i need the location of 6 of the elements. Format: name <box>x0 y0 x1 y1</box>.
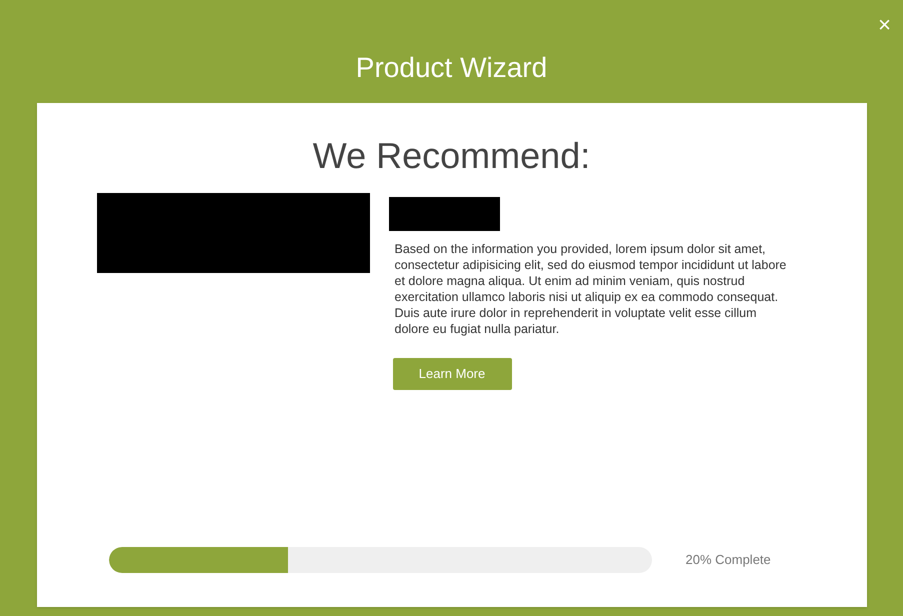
learn-more-button[interactable]: Learn More <box>392 358 512 390</box>
close-button[interactable]: × <box>878 14 891 36</box>
progress-reading: 20% Complete <box>686 551 771 570</box>
description-text: Based on the information you provided, lorem ipsum dolor sit amet, consectetur adipisicing elit, sed do eiusmod tempor incididunt ut labore et dolore magna aliqua. Ut enim ad minim veniam, quis nostrud exercitation ullamco laboris nisi ut aliquip ex ea commodo consequat. Duis aute irure dolor in reprehenderit in voluptate velit esse cillum dolore eu fugiat nulla pariatur. <box>394 241 788 337</box>
recommend-heading: We Recommend: <box>312 134 590 178</box>
dialog-title: Product Wizard <box>356 51 548 85</box>
